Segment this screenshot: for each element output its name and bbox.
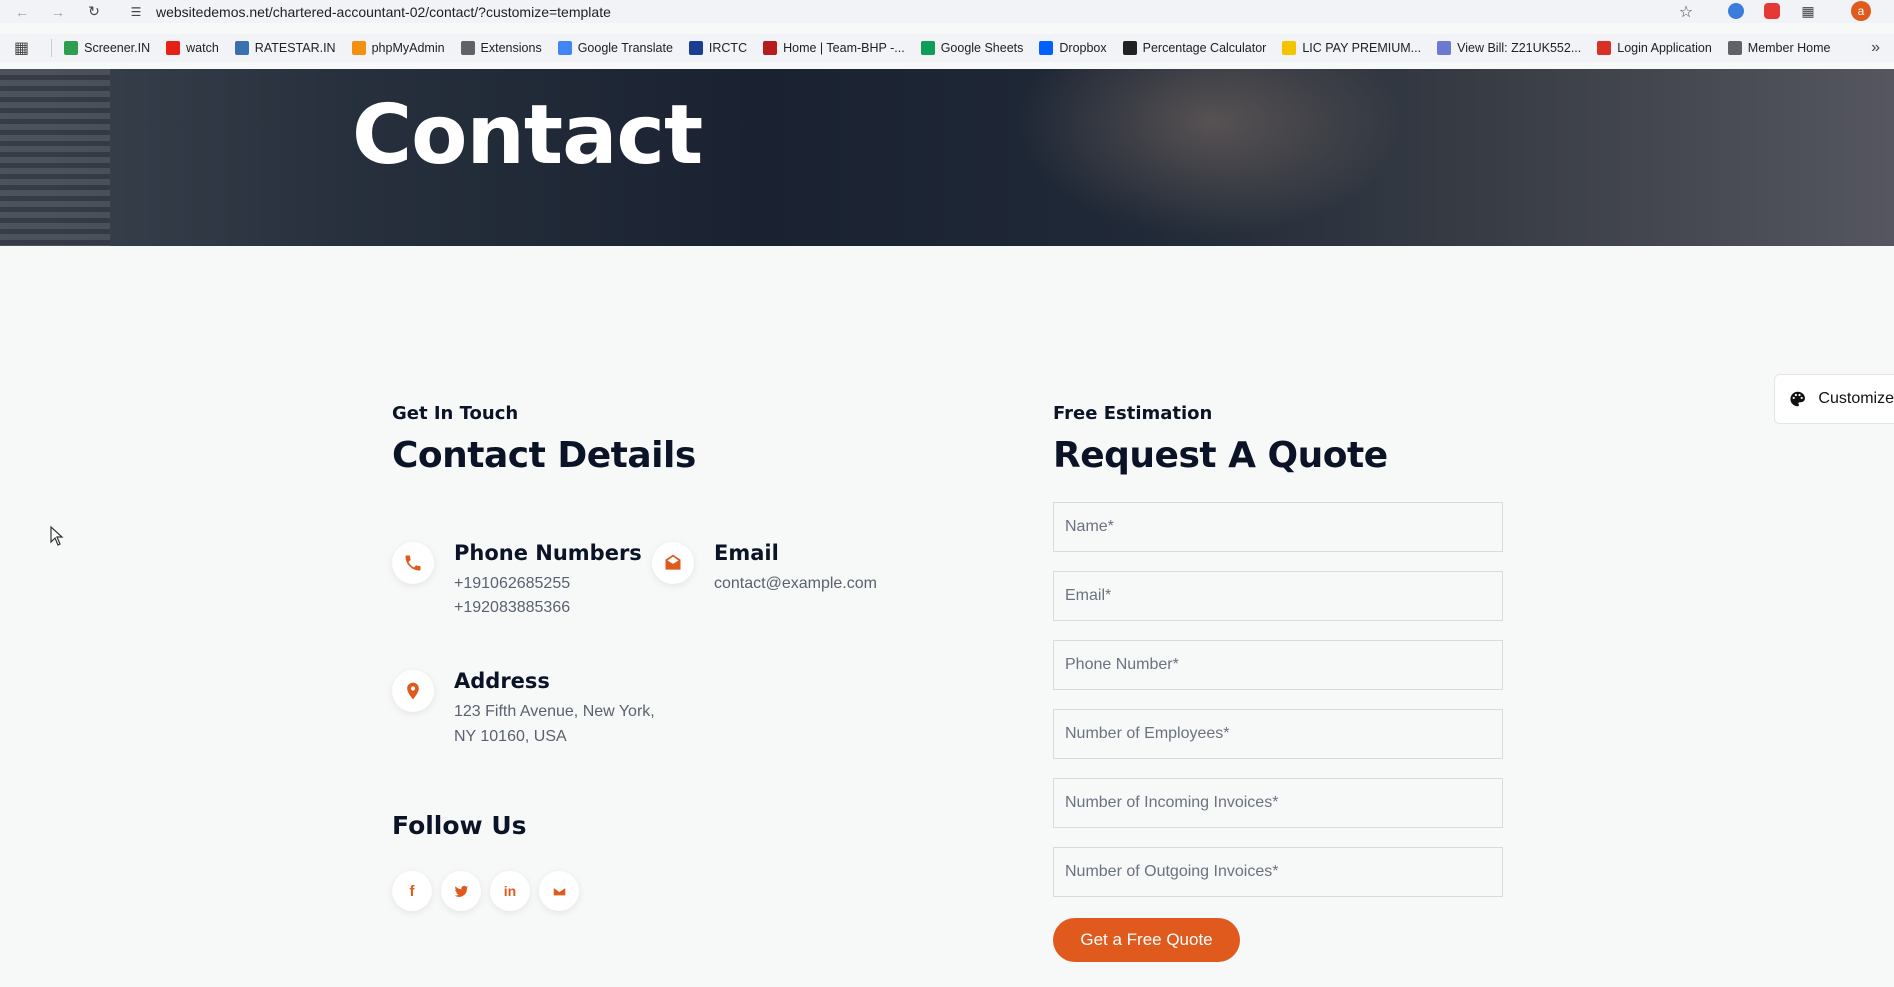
bookmark-item[interactable]: phpMyAdmin: [351, 41, 445, 55]
mail-icon[interactable]: [539, 871, 579, 911]
quote-subtitle: Free Estimation: [1053, 403, 1213, 424]
bookmark-item[interactable]: Member Home: [1727, 41, 1831, 55]
bookmark-favicon-icon: [763, 41, 778, 55]
bookmark-label: RATESTAR.IN: [254, 41, 336, 55]
forward-icon[interactable]: →: [48, 2, 68, 22]
bookmark-label: Home | Team-BHP -...: [783, 41, 905, 55]
bookmark-favicon-icon: [920, 41, 935, 55]
envelope-icon: [652, 542, 694, 584]
contact-heading: Contact Details: [392, 435, 696, 476]
mouse-cursor-icon: [50, 526, 64, 546]
address-line-2: NY 10160, USA: [454, 728, 567, 745]
bookmark-item[interactable]: IRCTC: [688, 41, 748, 55]
bookmark-favicon-icon: [1727, 41, 1742, 55]
bookmark-item[interactable]: Extensions: [460, 41, 542, 55]
bookmark-favicon-icon: [460, 41, 475, 55]
shield-extension-icon[interactable]: [1764, 3, 1780, 19]
bookmark-item[interactable]: Dropbox: [1039, 41, 1107, 55]
bookmark-star-icon[interactable]: ☆: [1676, 2, 1696, 22]
bookmark-label: IRCTC: [708, 41, 748, 55]
bookmark-label: Percentage Calculator: [1142, 41, 1267, 55]
name-field[interactable]: [1053, 502, 1503, 552]
address-line-1: 123 Fifth Avenue, New York,: [454, 703, 655, 720]
quote-heading: Request A Quote: [1053, 435, 1388, 476]
facebook-icon[interactable]: f: [392, 871, 432, 911]
bookmark-list: Screener.IN watch RATESTAR.IN phpMyAdmin Ext…: [64, 41, 1846, 55]
bookmark-favicon-icon: [234, 41, 249, 55]
bookmark-label: Dropbox: [1059, 41, 1107, 55]
bookmark-item[interactable]: Google Translate: [557, 41, 673, 55]
phone-icon: [392, 542, 434, 584]
bookmark-item[interactable]: Percentage Calculator: [1122, 41, 1267, 55]
extension-icon[interactable]: [1728, 3, 1744, 19]
bookmark-item[interactable]: LIC PAY PREMIUM...: [1282, 41, 1421, 55]
twitter-icon[interactable]: [441, 871, 481, 911]
bookmark-label: Screener.IN: [84, 41, 151, 55]
bookmark-favicon-icon: [351, 41, 366, 55]
bookmark-favicon-icon: [557, 41, 572, 55]
bookmark-favicon-icon: [166, 41, 181, 55]
follow-us-heading: Follow Us: [392, 811, 527, 840]
bookmark-favicon-icon: [1122, 41, 1137, 55]
page-title: Contact: [352, 88, 703, 183]
bookmark-label: Google Translate: [577, 41, 673, 55]
address-bar[interactable]: websitedemos.net/chartered-accountant-02…: [120, 0, 1710, 23]
profile-avatar[interactable]: a: [1851, 1, 1871, 21]
url-text: websitedemos.net/chartered-accountant-02…: [156, 3, 611, 20]
hero-banner: Contact: [0, 69, 1894, 246]
phone-number-2[interactable]: +192083885366: [454, 595, 570, 620]
bookmark-item[interactable]: RATESTAR.IN: [234, 41, 336, 55]
incoming-invoices-field[interactable]: [1053, 778, 1503, 828]
email-title: Email: [714, 541, 779, 565]
apps-grid-icon[interactable]: ▦: [14, 38, 29, 58]
get-quote-button[interactable]: Get a Free Quote: [1053, 918, 1240, 962]
bookmark-item[interactable]: View Bill: Z21UK552...: [1437, 41, 1581, 55]
phone-number-1[interactable]: +191062685255: [454, 571, 570, 596]
bookmark-label: LIC PAY PREMIUM...: [1302, 41, 1422, 55]
outgoing-invoices-field[interactable]: [1053, 847, 1503, 897]
employees-field[interactable]: [1053, 709, 1503, 759]
bookmark-favicon-icon: [1597, 41, 1612, 55]
bookmark-label: View Bill: Z21UK552...: [1457, 41, 1582, 55]
phone-number-field[interactable]: [1053, 640, 1503, 690]
palette-icon: [1790, 391, 1805, 407]
bookmark-favicon-icon: [688, 41, 703, 55]
bookmark-favicon-icon: [1437, 41, 1452, 55]
bookmark-label: Member Home: [1747, 41, 1831, 55]
bookmark-label: Google Sheets: [940, 41, 1024, 55]
email-address[interactable]: contact@example.com: [714, 571, 877, 596]
email-field[interactable]: [1053, 571, 1503, 621]
map-pin-icon: [392, 670, 434, 712]
bookmark-favicon-icon: [1039, 41, 1054, 55]
bookmark-item[interactable]: Screener.IN: [64, 41, 150, 55]
reload-icon[interactable]: ↻: [84, 2, 104, 22]
phone-title: Phone Numbers: [454, 541, 642, 565]
bookmark-favicon-icon: [1282, 41, 1297, 55]
linkedin-icon[interactable]: in: [490, 871, 530, 911]
address-title: Address: [454, 669, 550, 693]
bookmark-item[interactable]: Google Sheets: [920, 41, 1024, 55]
bookmark-item[interactable]: watch: [166, 41, 219, 55]
bookmark-favicon-icon: [64, 41, 79, 55]
bookmark-label: Extensions: [480, 41, 542, 55]
browser-toolbar: ← → ↻ ☰ websitedemos.net/chartered-accou…: [0, 0, 1894, 23]
more-bookmarks-icon[interactable]: »: [1871, 39, 1880, 57]
customize-button[interactable]: Customize: [1774, 374, 1894, 424]
bookmark-label: phpMyAdmin: [371, 41, 445, 55]
back-icon[interactable]: ←: [12, 2, 32, 22]
bookmark-item[interactable]: Home | Team-BHP -...: [763, 41, 905, 55]
extensions-puzzle-icon[interactable]: ▦: [1798, 2, 1818, 22]
bookmark-label: Login Application: [1617, 41, 1712, 55]
bookmark-label: watch: [186, 41, 219, 55]
divider: [51, 39, 53, 57]
customize-label: Customize: [1818, 390, 1894, 407]
bookmark-item[interactable]: Login Application: [1597, 41, 1712, 55]
bookmarks-bar: ▦ Screener.IN watch RATESTAR.IN phpMyAdmin E…: [0, 34, 1894, 62]
contact-subtitle: Get In Touch: [392, 403, 519, 424]
